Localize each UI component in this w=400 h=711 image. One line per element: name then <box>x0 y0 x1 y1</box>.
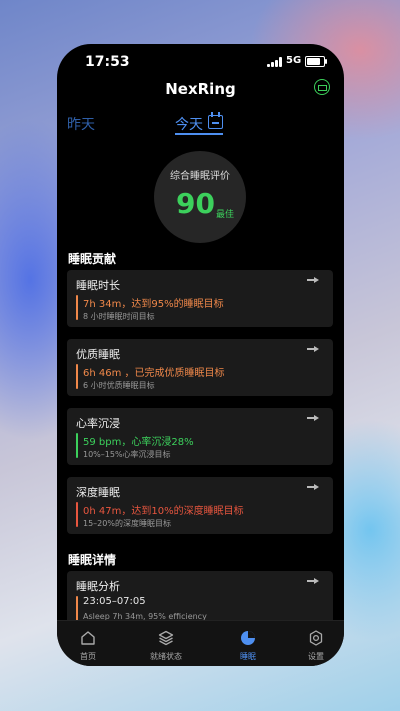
card-main-text: 6h 46m ，已完成优质睡眠目标 <box>83 368 225 379</box>
card-title: 睡眠时长 <box>76 279 120 292</box>
tab-label: 睡眠 <box>240 652 256 661</box>
card-main-text: 7h 34m，达到95%的睡眠目标 <box>83 299 224 310</box>
sleep-score-card: 综合睡眠评价 90 最佳 <box>154 151 246 243</box>
layers-icon <box>158 630 174 646</box>
card-sub-text: 15–20%的深度睡眠目标 <box>83 519 171 528</box>
section-title-contributions: 睡眠贡献 <box>68 252 117 266</box>
day-tabs: 昨天 今天 <box>57 112 344 136</box>
ring-battery-icon[interactable] <box>314 79 330 95</box>
arrow-right-icon <box>307 277 319 283</box>
tab-label: 就绪状态 <box>150 652 182 661</box>
arrow-right-icon <box>307 346 319 352</box>
signal-icon <box>267 57 283 67</box>
status-bar-indicator <box>76 364 78 389</box>
gear-icon <box>309 630 323 646</box>
network-label: 5G <box>286 55 302 66</box>
tab-indicator <box>175 133 223 135</box>
app-header: NexRing <box>57 79 344 106</box>
card-title: 优质睡眠 <box>76 348 120 361</box>
tab-label: 设置 <box>308 652 324 661</box>
card-deep-sleep[interactable]: 深度睡眠 0h 47m，达到10%的深度睡眠目标 15–20%的深度睡眠目标 <box>67 477 333 534</box>
section-title-details: 睡眠详情 <box>68 553 117 567</box>
tab-label: 首页 <box>80 652 96 661</box>
status-bar-indicator <box>76 502 78 527</box>
arrow-right-icon <box>307 415 319 421</box>
card-main-text: 0h 47m，达到10%的深度睡眠目标 <box>83 506 244 517</box>
status-bar-indicator <box>76 433 78 458</box>
bottom-tab-bar: 首页 就绪状态 睡眠 设置 <box>57 620 344 666</box>
calendar-icon[interactable] <box>208 112 223 129</box>
score-rating: 最佳 <box>216 210 235 220</box>
phone-screen: 17:53 5G NexRing 昨天 今天 综合睡眠评价 90 最佳 睡眠贡献… <box>57 44 344 666</box>
app-title: NexRing <box>165 80 236 98</box>
card-quality-sleep[interactable]: 优质睡眠 6h 46m ，已完成优质睡眠目标 6 小时优质睡眠目标 <box>67 339 333 396</box>
status-bar: 17:53 5G <box>57 44 344 78</box>
tab-readiness[interactable]: 就绪状态 <box>135 621 197 666</box>
score-label: 综合睡眠评价 <box>170 171 230 182</box>
score-value: 90 <box>176 187 215 220</box>
tab-home[interactable]: 首页 <box>57 621 119 666</box>
tab-today[interactable]: 今天 <box>175 114 203 134</box>
tab-yesterday[interactable]: 昨天 <box>67 114 95 134</box>
arrow-right-icon <box>307 578 319 584</box>
status-bar-indicator <box>76 295 78 320</box>
card-title: 心率沉浸 <box>76 417 120 430</box>
card-sub-text: 8 小时睡眠时间目标 <box>83 312 155 321</box>
arrow-right-icon <box>307 484 319 490</box>
card-title: 深度睡眠 <box>76 486 120 499</box>
tab-settings[interactable]: 设置 <box>285 621 344 666</box>
battery-icon <box>305 56 327 67</box>
card-sub-text: 6 小时优质睡眠目标 <box>83 381 155 390</box>
card-title: 睡眠分析 <box>76 580 120 593</box>
card-main-text: 59 bpm，心率沉浸28% <box>83 437 194 448</box>
sleep-pie-icon <box>241 631 255 645</box>
card-sleep-duration[interactable]: 睡眠时长 7h 34m，达到95%的睡眠目标 8 小时睡眠时间目标 <box>67 270 333 327</box>
card-sub-text: 10%–15%心率沉浸目标 <box>83 450 171 459</box>
card-heart-rate-dip[interactable]: 心率沉浸 59 bpm，心率沉浸28% 10%–15%心率沉浸目标 <box>67 408 333 465</box>
home-icon <box>81 631 95 645</box>
tab-sleep[interactable]: 睡眠 <box>217 621 279 666</box>
card-main-text: 23:05–07:05 <box>83 596 146 607</box>
status-time: 17:53 <box>85 54 130 70</box>
status-bar-indicator <box>76 596 78 621</box>
